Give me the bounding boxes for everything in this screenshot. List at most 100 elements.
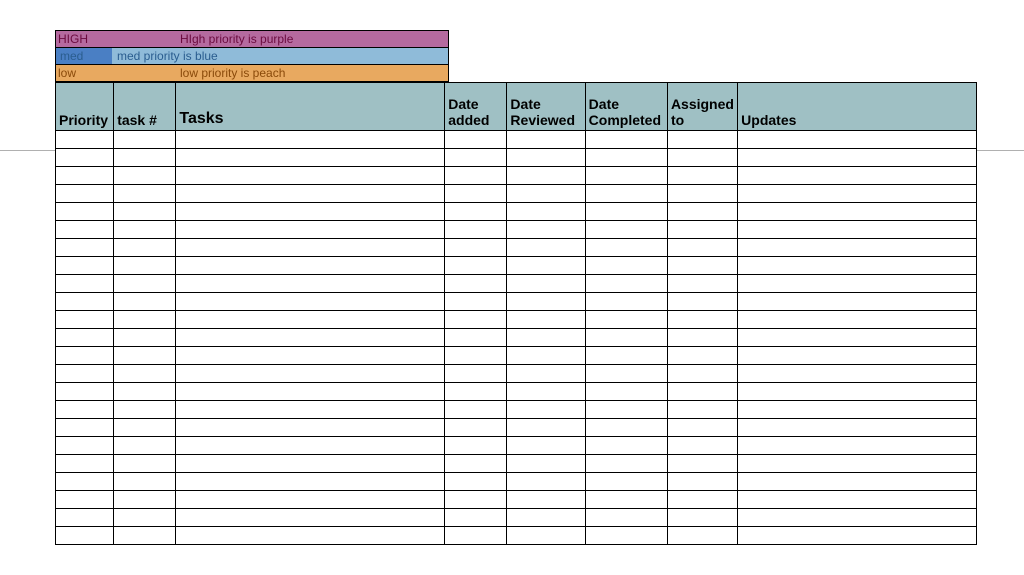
cell-tasknum[interactable] (114, 239, 176, 257)
cell-updates[interactable] (738, 509, 977, 527)
cell-dateadded[interactable] (445, 509, 507, 527)
cell-datecompleted[interactable] (585, 131, 667, 149)
cell-assignedto[interactable] (667, 221, 737, 239)
cell-priority[interactable] (56, 383, 114, 401)
cell-datereviewed[interactable] (507, 293, 585, 311)
cell-priority[interactable] (56, 185, 114, 203)
cell-datereviewed[interactable] (507, 185, 585, 203)
cell-datereviewed[interactable] (507, 419, 585, 437)
cell-updates[interactable] (738, 311, 977, 329)
cell-dateadded[interactable] (445, 239, 507, 257)
cell-datecompleted[interactable] (585, 221, 667, 239)
cell-tasks[interactable] (176, 491, 445, 509)
cell-updates[interactable] (738, 347, 977, 365)
cell-priority[interactable] (56, 491, 114, 509)
cell-assignedto[interactable] (667, 167, 737, 185)
cell-updates[interactable] (738, 149, 977, 167)
cell-datereviewed[interactable] (507, 437, 585, 455)
cell-updates[interactable] (738, 257, 977, 275)
cell-priority[interactable] (56, 167, 114, 185)
cell-updates[interactable] (738, 383, 977, 401)
header-datecompleted[interactable]: Date Completed (585, 83, 667, 131)
cell-datecompleted[interactable] (585, 347, 667, 365)
cell-datecompleted[interactable] (585, 455, 667, 473)
cell-tasks[interactable] (176, 185, 445, 203)
cell-datereviewed[interactable] (507, 527, 585, 545)
cell-assignedto[interactable] (667, 275, 737, 293)
cell-priority[interactable] (56, 473, 114, 491)
cell-assignedto[interactable] (667, 185, 737, 203)
cell-datereviewed[interactable] (507, 383, 585, 401)
cell-dateadded[interactable] (445, 149, 507, 167)
cell-tasks[interactable] (176, 131, 445, 149)
cell-tasks[interactable] (176, 149, 445, 167)
cell-datereviewed[interactable] (507, 275, 585, 293)
cell-tasks[interactable] (176, 275, 445, 293)
cell-datecompleted[interactable] (585, 329, 667, 347)
cell-updates[interactable] (738, 527, 977, 545)
cell-datereviewed[interactable] (507, 347, 585, 365)
cell-tasks[interactable] (176, 257, 445, 275)
cell-dateadded[interactable] (445, 437, 507, 455)
cell-tasknum[interactable] (114, 203, 176, 221)
cell-dateadded[interactable] (445, 473, 507, 491)
cell-datecompleted[interactable] (585, 257, 667, 275)
header-dateadded[interactable]: Date added (445, 83, 507, 131)
cell-tasknum[interactable] (114, 347, 176, 365)
cell-datereviewed[interactable] (507, 473, 585, 491)
cell-tasknum[interactable] (114, 329, 176, 347)
cell-assignedto[interactable] (667, 203, 737, 221)
cell-assignedto[interactable] (667, 347, 737, 365)
cell-tasks[interactable] (176, 383, 445, 401)
cell-datecompleted[interactable] (585, 167, 667, 185)
cell-dateadded[interactable] (445, 383, 507, 401)
cell-datecompleted[interactable] (585, 509, 667, 527)
cell-priority[interactable] (56, 293, 114, 311)
cell-assignedto[interactable] (667, 329, 737, 347)
cell-datereviewed[interactable] (507, 329, 585, 347)
cell-datereviewed[interactable] (507, 239, 585, 257)
cell-datereviewed[interactable] (507, 167, 585, 185)
cell-priority[interactable] (56, 437, 114, 455)
cell-dateadded[interactable] (445, 455, 507, 473)
cell-tasknum[interactable] (114, 275, 176, 293)
cell-datecompleted[interactable] (585, 203, 667, 221)
cell-priority[interactable] (56, 131, 114, 149)
cell-dateadded[interactable] (445, 293, 507, 311)
cell-updates[interactable] (738, 329, 977, 347)
cell-updates[interactable] (738, 365, 977, 383)
cell-datereviewed[interactable] (507, 365, 585, 383)
header-updates[interactable]: Updates (738, 83, 977, 131)
cell-tasks[interactable] (176, 419, 445, 437)
cell-tasknum[interactable] (114, 437, 176, 455)
cell-updates[interactable] (738, 167, 977, 185)
cell-tasks[interactable] (176, 239, 445, 257)
cell-datecompleted[interactable] (585, 473, 667, 491)
header-priority[interactable]: Priority (56, 83, 114, 131)
cell-tasks[interactable] (176, 347, 445, 365)
cell-datereviewed[interactable] (507, 131, 585, 149)
cell-datereviewed[interactable] (507, 311, 585, 329)
cell-assignedto[interactable] (667, 383, 737, 401)
cell-tasks[interactable] (176, 509, 445, 527)
cell-priority[interactable] (56, 401, 114, 419)
cell-dateadded[interactable] (445, 257, 507, 275)
cell-tasks[interactable] (176, 167, 445, 185)
cell-tasks[interactable] (176, 311, 445, 329)
header-tasks[interactable]: Tasks (176, 83, 445, 131)
cell-assignedto[interactable] (667, 455, 737, 473)
cell-dateadded[interactable] (445, 311, 507, 329)
cell-assignedto[interactable] (667, 527, 737, 545)
cell-tasks[interactable] (176, 293, 445, 311)
cell-assignedto[interactable] (667, 149, 737, 167)
cell-datecompleted[interactable] (585, 491, 667, 509)
cell-priority[interactable] (56, 455, 114, 473)
cell-tasks[interactable] (176, 203, 445, 221)
cell-dateadded[interactable] (445, 131, 507, 149)
cell-tasknum[interactable] (114, 149, 176, 167)
cell-priority[interactable] (56, 203, 114, 221)
cell-priority[interactable] (56, 347, 114, 365)
cell-dateadded[interactable] (445, 185, 507, 203)
cell-assignedto[interactable] (667, 131, 737, 149)
cell-assignedto[interactable] (667, 257, 737, 275)
